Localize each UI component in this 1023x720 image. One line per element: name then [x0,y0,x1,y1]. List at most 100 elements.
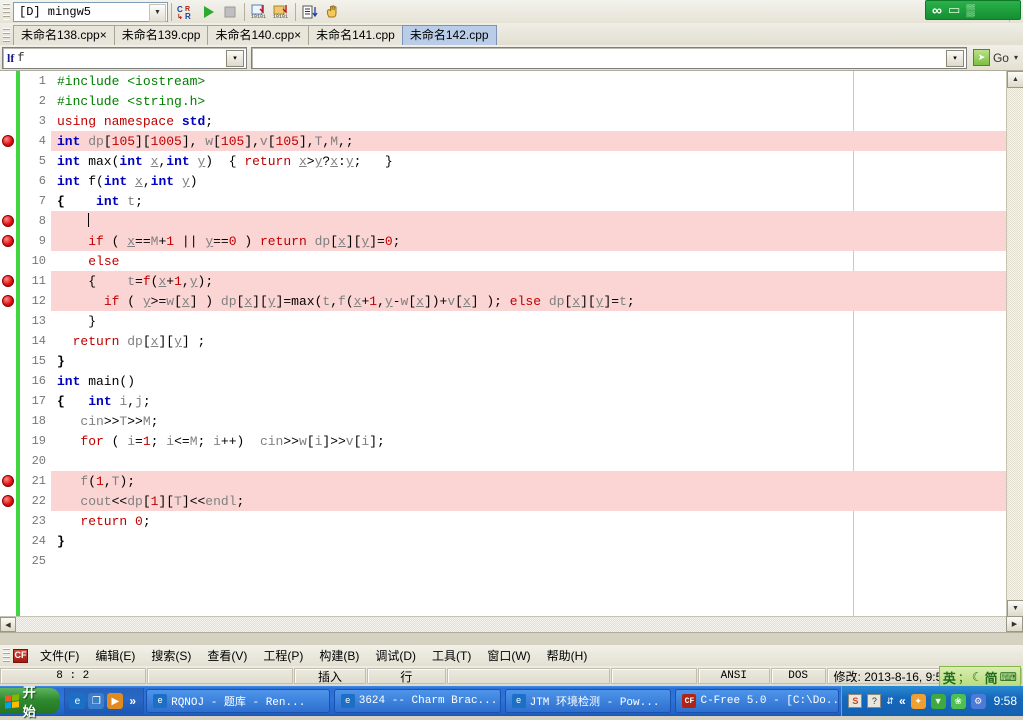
code-line[interactable]: { int t; [51,191,1023,211]
code-line[interactable]: f(1,T); [51,471,1023,491]
antivirus-icon[interactable]: ❀ [950,693,966,709]
status-insert-mode[interactable]: 插入 [294,668,366,684]
ime-simplified-icon[interactable]: 简 [985,668,998,687]
gutter-line[interactable]: 12 [0,291,51,311]
gutter-line[interactable]: 8 [0,211,51,231]
ime-keyboard-icon[interactable]: ⌨ [1000,670,1017,684]
code-line[interactable]: int dp[105][1005], w[105],v[105],T,M,; [51,131,1023,151]
menu-item-view[interactable]: 查看(V) [199,645,255,666]
menu-item-file[interactable]: 文件(F) [32,645,87,666]
menu-item-edit[interactable]: 编辑(E) [87,645,143,666]
code-line[interactable]: for ( i=1; i<=M; i++) cin>>w[i]>>v[i]; [51,431,1023,451]
code-text-area[interactable]: #include <iostream> #include <string.h> us… [51,71,1023,632]
step-over-button[interactable]: 10101 [270,2,292,22]
tray-collapse-icon[interactable]: « [899,694,906,708]
breakpoint-icon[interactable] [2,275,14,287]
status-line-mode[interactable]: 行 [366,668,446,684]
goto-line-button[interactable] [299,2,321,22]
shield-icon[interactable]: ▼ [930,693,946,709]
code-line[interactable]: int main() [51,371,1023,391]
show-desktop-icon[interactable]: ❐ [88,693,105,709]
ime-language-bar[interactable]: 英 ； ☾ 简 ⌨ [938,666,1021,688]
code-line[interactable]: { int i,j; [51,391,1023,411]
find-input-wrap[interactable]: ▾ [251,46,967,69]
code-line[interactable]: } [51,311,1023,331]
code-line[interactable]: if ( y>=w[x] ) dp[x][y]=max(t,f(x+1,y-w[… [51,291,1023,311]
gutter-line[interactable]: 23 [0,511,51,531]
find-history-chevron-icon[interactable]: ▾ [945,49,964,67]
menubar-grip[interactable] [3,648,10,663]
gutter-line[interactable]: 17 [0,391,51,411]
editor-horizontal-scrollbar[interactable]: ◀ [0,616,1006,632]
gutter-line[interactable]: 10 [0,251,51,271]
tab-141[interactable]: 未命名141.cpp [308,25,403,45]
code-line[interactable]: return 0; [51,511,1023,531]
code-line[interactable]: if ( x==M+1 || y==0 ) return dp[x][y]=0; [51,231,1023,251]
code-line[interactable]: cout<<dp[1][T]<<endl; [51,491,1023,511]
ime-box-icon[interactable]: ▭ [948,2,960,18]
ime-moon-icon[interactable]: ☾ [972,670,983,684]
breakpoint-icon[interactable] [2,135,14,147]
start-button[interactable]: 开始 [0,685,61,719]
tab-142[interactable]: 未命名142.cpp [401,25,497,45]
code-line[interactable] [51,451,1023,471]
step-into-button[interactable]: 10101 [248,2,270,22]
taskbar-window-rqnoj[interactable]: e RQNOJ - 题库 - Ren... [146,689,330,713]
code-line[interactable]: { t=f(x+1,y); [51,271,1023,291]
compile-run-button[interactable]: C R ↳ R [175,2,197,22]
tray-expand-icon[interactable]: ⇵ [886,696,894,707]
chevron-down-icon[interactable]: ▾ [1014,53,1018,62]
scroll-down-button[interactable]: ▼ [1007,600,1023,617]
gutter-line[interactable]: 2 [0,91,51,111]
code-line[interactable]: #include <iostream> [51,71,1023,91]
menu-item-debug[interactable]: 调试(D) [367,645,424,666]
code-editor[interactable]: #include <iostream> #include <string.h> us… [0,71,1023,633]
menu-item-search[interactable]: 搜索(S) [143,645,199,666]
breakpoint-icon[interactable] [2,215,14,227]
gutter-line[interactable]: 5 [0,151,51,171]
code-line[interactable]: cin>>T>>M; [51,411,1023,431]
code-line[interactable] [51,211,1023,231]
code-line[interactable]: else [51,251,1023,271]
gutter-line[interactable]: 9 [0,231,51,251]
tab-140[interactable]: 未命名140.cpp× [207,25,310,45]
sogou-icon[interactable]: S [848,694,863,708]
gutter-line[interactable]: 20 [0,451,51,471]
find-input[interactable] [252,49,966,66]
menu-item-build[interactable]: 构建(B) [311,645,367,666]
code-line[interactable]: int max(int x,int y) { return x>y?x:y; } [51,151,1023,171]
gutter-line[interactable]: 6 [0,171,51,191]
taskbar-clock[interactable]: 9:58 [991,694,1017,708]
gutter-line[interactable]: 14 [0,331,51,351]
scroll-up-button[interactable]: ▲ [1007,71,1023,88]
gutter-line[interactable]: 22 [0,491,51,511]
pause-hand-button[interactable] [321,2,343,22]
ime-floating-bar[interactable]: ∞ ▭ ▒ [925,0,1021,20]
status-encoding[interactable]: ANSI [697,668,770,684]
symbol-select[interactable]: lf f ▾ [2,46,247,69]
network-icon[interactable]: ✦ [910,693,926,709]
tab-138[interactable]: 未命名138.cpp× [13,25,115,45]
gutter-line[interactable]: 15 [0,351,51,371]
chevron-down-icon[interactable]: ▼ [149,3,166,22]
menu-item-window[interactable]: 窗口(W) [479,645,538,666]
taskbar-window-3624[interactable]: e 3624 -- Charm Brac... [333,689,501,713]
breakpoint-icon[interactable] [2,475,14,487]
gutter-line[interactable]: 13 [0,311,51,331]
gutter-line[interactable]: 24 [0,531,51,551]
menu-item-project[interactable]: 工程(P) [255,645,311,666]
menu-item-tools[interactable]: 工具(T) [424,645,479,666]
code-line[interactable]: } [51,351,1023,371]
tabstrip-grip[interactable] [3,28,10,43]
breakpoint-icon[interactable] [2,235,14,247]
ie-icon[interactable]: e [69,693,86,709]
toolbar-grip[interactable] [3,3,10,20]
gutter-line[interactable]: 11 [0,271,51,291]
code-line[interactable]: #include <string.h> [51,91,1023,111]
gutter-line[interactable]: 25 [0,551,51,571]
project-select[interactable]: [D] mingw5 ▼ [13,1,168,22]
ime-punctuation-icon[interactable]: ； [958,669,970,686]
chevron-down-icon[interactable]: ▾ [226,49,244,67]
scrollbar-corner[interactable]: ▶ [1006,616,1023,632]
gutter-line[interactable]: 7 [0,191,51,211]
